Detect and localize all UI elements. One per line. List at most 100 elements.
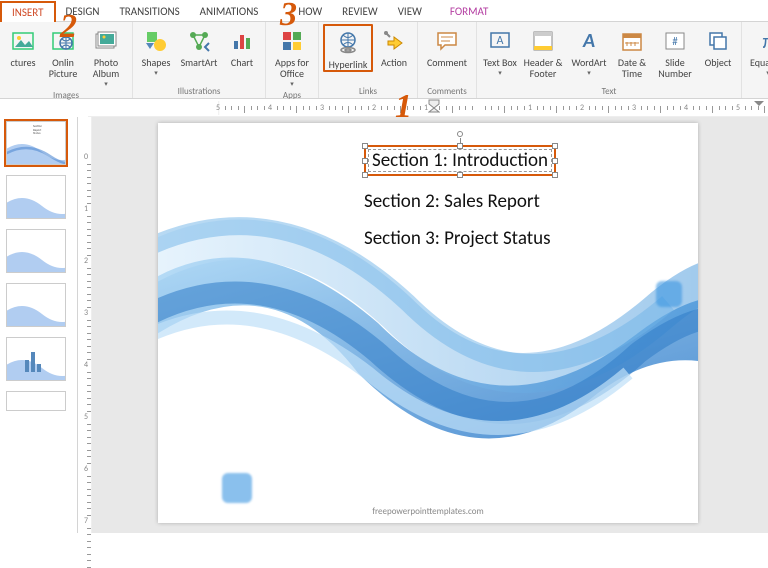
group-comments: Comment Comments bbox=[418, 22, 477, 98]
photo-album-icon bbox=[93, 28, 119, 54]
chart-button[interactable]: Chart bbox=[223, 24, 261, 68]
online-pictures-button[interactable]: Onlin Picture bbox=[44, 24, 82, 79]
svg-text:#: # bbox=[672, 35, 678, 48]
horizontal-ruler: 5432112345 bbox=[88, 99, 768, 117]
resize-handle[interactable] bbox=[552, 172, 558, 178]
pictures-label: ctures bbox=[10, 57, 35, 68]
action-label: Action bbox=[381, 57, 407, 68]
ruler-endcap-icon bbox=[754, 101, 764, 106]
indent-marker-icon[interactable] bbox=[428, 99, 440, 117]
dropdown-caret-icon: ▾ bbox=[154, 69, 158, 77]
slide-thumbnail-4[interactable] bbox=[6, 283, 66, 327]
date-time-icon bbox=[619, 28, 645, 54]
header-footer-label: Header & Footer bbox=[521, 57, 565, 79]
slide-line-1[interactable]: Section 1: Introduction bbox=[372, 149, 548, 172]
slide-number-icon: # bbox=[662, 28, 688, 54]
equation-icon: π bbox=[755, 28, 768, 54]
group-apps: Apps for Office ▾ Apps bbox=[266, 22, 319, 98]
smartart-label: SmartArt bbox=[181, 57, 218, 68]
shapes-icon bbox=[143, 28, 169, 54]
date-time-label: Date & Time bbox=[613, 57, 651, 79]
slide-footer: freepowerpointtemplates.com bbox=[158, 506, 698, 517]
resize-handle[interactable] bbox=[457, 172, 463, 178]
tab-view[interactable]: VIEW bbox=[388, 2, 432, 21]
resize-handle[interactable] bbox=[362, 172, 368, 178]
slide-line-3[interactable]: Section 3: Project Status bbox=[364, 227, 556, 250]
hyperlink-button[interactable]: Hyperlink bbox=[323, 24, 373, 72]
slide-canvas-area: Section 1: Introduction Section 2: Sales… bbox=[92, 117, 768, 533]
comment-button[interactable]: Comment bbox=[422, 24, 472, 68]
wordart-button[interactable]: A WordArt ▾ bbox=[567, 24, 611, 77]
header-footer-button[interactable]: Header & Footer bbox=[521, 24, 565, 79]
decorative-square bbox=[222, 473, 252, 503]
ribbon-tabs: INSERT DESIGN TRANSITIONS ANIMATIONS HOW… bbox=[0, 0, 768, 22]
wordart-icon: A bbox=[576, 28, 602, 54]
svg-text:π: π bbox=[762, 30, 768, 53]
tab-transitions[interactable]: TRANSITIONS bbox=[109, 2, 189, 21]
dropdown-caret-icon: ▾ bbox=[498, 69, 502, 77]
hyperlink-icon bbox=[335, 30, 361, 56]
tab-format[interactable]: FORMAT bbox=[432, 2, 498, 21]
slide-thumbnail-3[interactable] bbox=[6, 229, 66, 273]
svg-text:A: A bbox=[497, 34, 504, 48]
tab-how[interactable]: HOW bbox=[268, 2, 332, 21]
online-pictures-icon bbox=[50, 28, 76, 54]
slide-thumbnail-2[interactable] bbox=[6, 175, 66, 219]
group-text: A Text Box ▾ Header & Footer A WordArt ▾… bbox=[477, 22, 742, 98]
slide-text-block: Section 1: Introduction Section 2: Sales… bbox=[364, 145, 556, 264]
action-icon bbox=[381, 28, 407, 54]
slide[interactable]: Section 1: Introduction Section 2: Sales… bbox=[158, 123, 698, 523]
chart-icon bbox=[229, 28, 255, 54]
resize-handle[interactable] bbox=[552, 143, 558, 149]
group-comments-label: Comments bbox=[427, 84, 467, 98]
slide-number-button[interactable]: # Slide Number bbox=[653, 24, 697, 79]
photo-album-button[interactable]: Photo Album ▾ bbox=[84, 24, 128, 88]
resize-handle[interactable] bbox=[362, 158, 368, 164]
action-button[interactable]: Action bbox=[375, 24, 413, 68]
text-box-button[interactable]: A Text Box ▾ bbox=[481, 24, 519, 77]
dropdown-caret-icon: ▾ bbox=[104, 80, 108, 88]
photo-album-label: Photo Album bbox=[84, 57, 128, 79]
comment-icon bbox=[434, 28, 460, 54]
group-text-label: Text bbox=[602, 84, 617, 98]
decorative-square bbox=[656, 281, 682, 307]
smartart-button[interactable]: SmartArt bbox=[177, 24, 221, 68]
chart-label: Chart bbox=[231, 57, 253, 68]
slide-thumbnails-panel: SectionReportStatus bbox=[0, 117, 78, 533]
equation-button[interactable]: π Equation ▾ bbox=[746, 24, 768, 77]
group-symbols: π Equation ▾ Ω Symbol Symbols bbox=[742, 22, 768, 98]
resize-handle[interactable] bbox=[552, 158, 558, 164]
tab-animations[interactable]: ANIMATIONS bbox=[190, 2, 269, 21]
pictures-button[interactable]: ctures bbox=[4, 24, 42, 68]
smartart-icon bbox=[186, 28, 212, 54]
svg-text:A: A bbox=[582, 29, 595, 53]
header-footer-icon bbox=[530, 28, 556, 54]
group-illustrations: Shapes ▾ SmartArt Chart Illustrations bbox=[133, 22, 266, 98]
object-label: Object bbox=[705, 57, 732, 68]
hyperlink-label: Hyperlink bbox=[329, 59, 368, 70]
tab-design[interactable]: DESIGN bbox=[56, 2, 110, 21]
rotate-handle[interactable] bbox=[457, 131, 463, 137]
comment-label: Comment bbox=[427, 57, 467, 68]
online-pictures-label: Onlin Picture bbox=[44, 57, 82, 79]
shapes-button[interactable]: Shapes ▾ bbox=[137, 24, 175, 77]
group-images: ctures Onlin Picture Photo Album ▾ Image… bbox=[0, 22, 133, 98]
apps-icon bbox=[279, 28, 305, 54]
slide-line-2[interactable]: Section 2: Sales Report bbox=[364, 190, 556, 213]
tab-insert[interactable]: INSERT bbox=[0, 1, 56, 22]
slide-thumbnail-1[interactable]: SectionReportStatus bbox=[6, 121, 66, 165]
group-images-label: Images bbox=[53, 88, 79, 102]
resize-handle[interactable] bbox=[362, 143, 368, 149]
wordart-label: WordArt bbox=[572, 57, 607, 68]
selected-textbox[interactable]: Section 1: Introduction bbox=[364, 145, 556, 176]
date-time-button[interactable]: Date & Time bbox=[613, 24, 651, 79]
group-links: Hyperlink Action Links bbox=[319, 22, 418, 98]
pictures-icon bbox=[10, 28, 36, 54]
object-button[interactable]: Object bbox=[699, 24, 737, 68]
object-icon bbox=[705, 28, 731, 54]
tab-review[interactable]: REVIEW bbox=[332, 2, 388, 21]
slide-thumbnail-5[interactable] bbox=[6, 337, 66, 381]
slide-thumbnail-6[interactable] bbox=[6, 391, 66, 411]
apps-for-office-button[interactable]: Apps for Office ▾ bbox=[270, 24, 314, 88]
text-box-label: Text Box bbox=[483, 57, 517, 68]
